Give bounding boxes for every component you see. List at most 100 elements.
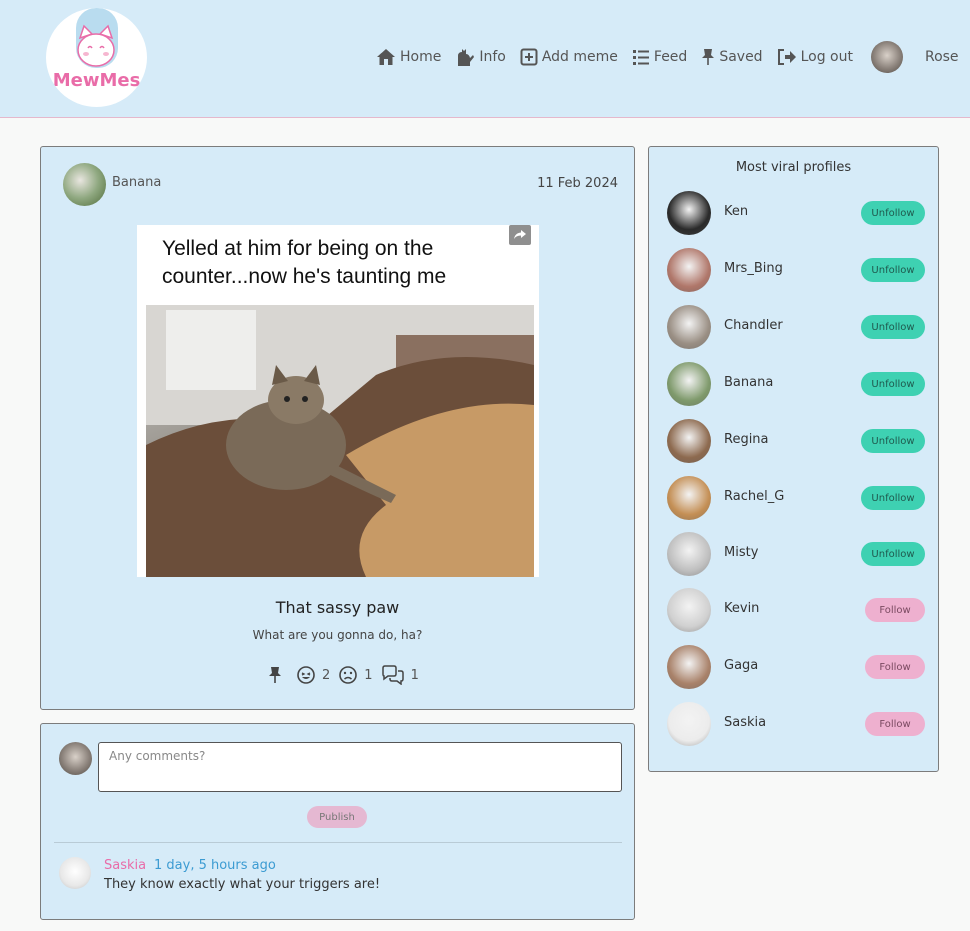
profile-row: Chandler Unfollow [667,305,925,349]
cat-photo-illustration [146,305,534,577]
user-avatar[interactable] [870,41,903,73]
sad-face-icon [339,666,358,684]
main-nav: Home Info Add meme Feed Saved Log out Ro… [376,41,959,73]
logo-cat-icon [76,8,118,68]
profile-avatar[interactable] [667,588,711,632]
plus-square-icon [520,48,538,66]
comment-text: They know exactly what your triggers are… [104,877,381,892]
list-icon [632,50,649,65]
meme-image: Yelled at him for being on the counter..… [137,225,539,577]
viral-profiles-title: Most viral profiles [735,160,852,175]
profile-avatar[interactable] [667,645,711,689]
comment-input[interactable] [98,742,622,792]
profile-name[interactable]: Saskia [724,715,766,730]
profile-name[interactable]: Ken [724,204,748,219]
follow-button[interactable]: Follow [865,655,925,679]
profile-avatar[interactable] [667,305,711,349]
profile-name[interactable]: Mrs_Bing [724,261,783,276]
share-icon [514,230,526,239]
nav-info[interactable]: Info [455,47,506,67]
profile-row: Ken Unfollow [667,191,925,235]
comment-author[interactable]: Saskia [104,858,146,873]
laugh-count: 2 [322,667,331,683]
profile-avatar[interactable] [667,476,711,520]
pin-icon [702,49,715,65]
post-card: Banana 11 Feb 2024 Yelled at him for bei… [40,146,635,710]
nav-feed-label: Feed [653,49,688,65]
profile-row: Mrs_Bing Unfollow [667,248,925,292]
comment-divider [54,842,622,843]
logo[interactable]: MewMes [46,8,147,107]
nav-add-meme[interactable]: Add meme [520,48,618,66]
post-author-avatar[interactable] [63,163,106,206]
post-date: 11 Feb 2024 [537,176,618,191]
profile-avatar[interactable] [667,419,711,463]
header: MewMes Home Info Add meme Feed Saved Log… [0,0,970,118]
pin-icon [269,667,281,683]
profile-row: Banana Unfollow [667,362,925,406]
laugh-reaction[interactable]: 2 [296,665,330,685]
current-user-avatar [59,742,92,775]
follow-button[interactable]: Follow [865,598,925,622]
post-caption: What are you gonna do, ha? [252,628,423,642]
sad-reaction[interactable]: 1 [338,665,373,685]
profile-row: Gaga Follow [667,645,925,689]
profile-avatar[interactable] [667,248,711,292]
nav-logout[interactable]: Log out [777,48,853,66]
unfollow-button[interactable]: Unfollow [861,429,925,453]
profile-name[interactable]: Regina [724,432,769,447]
nav-home-label: Home [400,49,442,65]
profile-avatar[interactable] [667,702,711,746]
nav-info-label: Info [479,49,506,65]
viral-profiles-card: Most viral profiles Ken Unfollow Mrs_Bing U… [648,146,939,772]
user-name[interactable]: Rose [925,49,959,65]
cat-icon [458,49,475,66]
profile-row: Saskia Follow [667,702,925,746]
meme-photo [146,305,534,577]
profile-name[interactable]: Gaga [724,658,758,673]
profile-avatar[interactable] [667,532,711,576]
meme-caption-text: Yelled at him for being on the counter..… [162,237,447,288]
profile-name[interactable]: Rachel_G [724,489,784,504]
unfollow-button[interactable]: Unfollow [861,372,925,396]
sad-count: 1 [364,667,373,683]
profile-name[interactable]: Kevin [724,601,759,616]
nav-home[interactable]: Home [376,48,441,66]
profile-row: Misty Unfollow [667,532,925,576]
profile-name[interactable]: Chandler [724,318,783,333]
unfollow-button[interactable]: Unfollow [861,542,925,566]
share-button[interactable] [509,225,531,245]
unfollow-button[interactable]: Unfollow [861,486,925,510]
comments-toggle[interactable]: 1 [381,665,419,685]
profile-row: Rachel_G Unfollow [667,476,925,520]
unfollow-button[interactable]: Unfollow [861,201,925,225]
nav-saved[interactable]: Saved [701,48,763,66]
profile-name[interactable]: Misty [724,545,758,560]
nav-feed[interactable]: Feed [632,48,687,66]
unfollow-button[interactable]: Unfollow [861,315,925,339]
comment-count: 1 [410,667,419,683]
post-title: That sassy paw [275,598,400,617]
laughing-face-icon [297,666,315,684]
follow-button[interactable]: Follow [865,712,925,736]
logout-icon [777,49,796,65]
comments-icon [381,665,404,685]
logo-text: MewMes [52,70,141,91]
comment-author-avatar[interactable] [59,857,91,889]
nav-saved-label: Saved [719,49,763,65]
post-actions: 2 1 1 [268,665,427,685]
comments-card: Publish Saskia 1 day, 5 hours ago They k… [40,723,635,920]
publish-button[interactable]: Publish [307,806,367,828]
save-action[interactable] [268,666,282,684]
profile-avatar[interactable] [667,362,711,406]
profile-row: Kevin Follow [667,588,925,632]
profile-row: Regina Unfollow [667,419,925,463]
comment-time: 1 day, 5 hours ago [154,858,276,873]
nav-add-meme-label: Add meme [541,49,618,65]
nav-logout-label: Log out [800,49,853,65]
unfollow-button[interactable]: Unfollow [861,258,925,282]
profile-avatar[interactable] [667,191,711,235]
profile-name[interactable]: Banana [724,375,773,390]
home-icon [377,49,395,65]
post-author-name[interactable]: Banana [112,175,161,190]
